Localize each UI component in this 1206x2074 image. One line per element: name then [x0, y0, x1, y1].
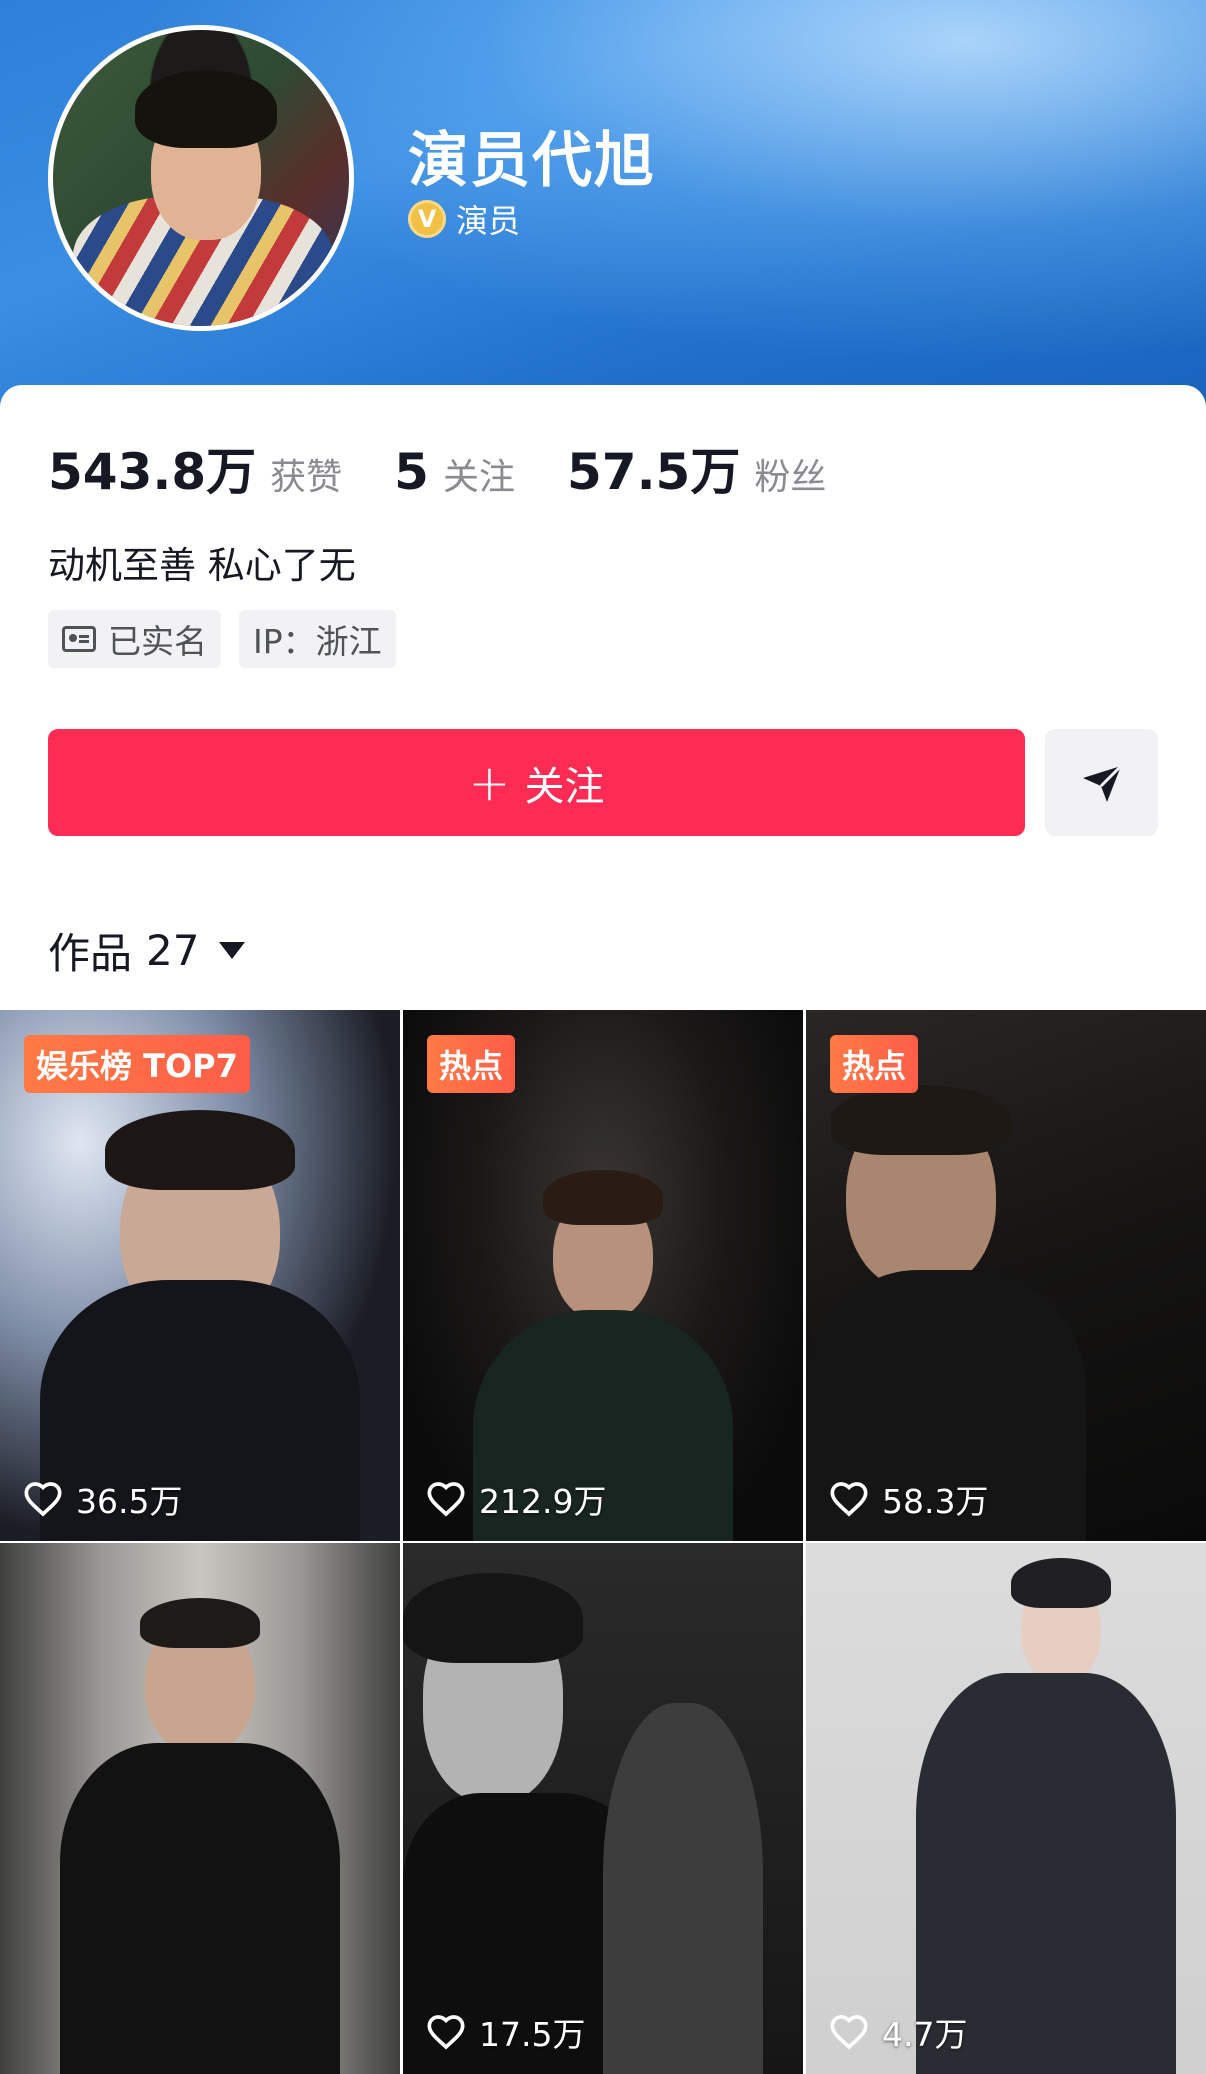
thumbnail-figure-2 — [603, 1703, 763, 2074]
avatar-hair — [135, 70, 277, 148]
avatar[interactable] — [48, 25, 354, 331]
likes-counter: 58.3万 — [828, 1475, 988, 1523]
thumbnail-figure-hair — [140, 1598, 260, 1648]
verified-badge-icon: V — [408, 200, 446, 238]
heart-icon — [830, 1482, 868, 1517]
video-thumbnail[interactable]: 娱乐榜 TOP7 36.5万 — [0, 1010, 400, 1541]
heart-icon — [427, 1482, 465, 1517]
video-thumbnail[interactable]: 4.7万 — [806, 1543, 1206, 2074]
likes-counter: 36.5万 — [22, 1475, 182, 1523]
likes-count: 4.7万 — [882, 2015, 968, 2054]
profile-bio: 动机至善 私心了无 — [48, 544, 356, 587]
ip-location-label: IP：浙江 — [253, 622, 382, 661]
stat-following-label: 关注 — [442, 457, 515, 498]
stat-followers-label: 粉丝 — [754, 457, 827, 498]
video-thumbnail[interactable]: 17.5万 — [403, 1543, 803, 2074]
verification-row: V 演员 — [408, 196, 520, 242]
verification-label: 演员 — [456, 202, 521, 240]
verified-name-label: 已实名 — [108, 622, 207, 661]
likes-count: 36.5万 — [76, 1482, 183, 1521]
stats-row: 543.8万 获赞 5 关注 57.5万 粉丝 — [48, 432, 878, 504]
thumbnail-figure-hair — [105, 1110, 295, 1190]
likes-counter: 17.5万 — [425, 2008, 585, 2056]
share-button[interactable] — [1045, 729, 1158, 836]
thumbnail-figure-hair — [1011, 1558, 1111, 1608]
heart-icon — [427, 2015, 465, 2050]
works-label: 作品 — [48, 929, 133, 978]
likes-counter: 4.7万 — [828, 2008, 967, 2056]
profile-name: 演员代旭 — [408, 126, 656, 196]
stat-likes-label: 获赞 — [270, 457, 343, 498]
thumbnail-figure-body — [60, 1743, 340, 2074]
hot-badge: 热点 — [830, 1035, 919, 1093]
follow-button-label: 关注 — [524, 763, 605, 810]
ranking-badge: 娱乐榜 TOP7 — [24, 1035, 250, 1093]
stat-likes[interactable]: 543.8万 获赞 — [48, 432, 342, 504]
follow-button[interactable]: + 关注 — [48, 729, 1025, 836]
ip-location-tag: IP：浙江 — [239, 610, 396, 668]
thumbnail-figure-hair — [831, 1085, 1011, 1155]
stat-followers-value: 57.5万 — [566, 443, 741, 501]
stat-followers[interactable]: 57.5万 粉丝 — [567, 432, 826, 504]
hot-badge: 热点 — [427, 1035, 516, 1093]
plus-icon: + — [468, 753, 511, 812]
works-tab[interactable]: 作品 27 — [48, 920, 246, 981]
heart-icon — [24, 1482, 62, 1517]
id-card-icon — [62, 626, 96, 652]
stat-following[interactable]: 5 关注 — [394, 443, 515, 501]
likes-counter: 212.9万 — [425, 1475, 606, 1523]
thumbnail-figure-hair — [543, 1170, 663, 1225]
video-grid: 娱乐榜 TOP7 36.5万 热点 212.9万 热点 58.3万 17.5万 … — [0, 1010, 1206, 2074]
video-thumbnail[interactable]: 热点 212.9万 — [403, 1010, 803, 1541]
send-icon — [1082, 764, 1122, 802]
stat-following-value: 5 — [394, 443, 429, 501]
profile-tags: 已实名 IP：浙江 — [48, 610, 396, 668]
likes-count: 212.9万 — [479, 1482, 607, 1521]
stat-likes-value: 543.8万 — [48, 443, 257, 501]
video-thumbnail[interactable]: 热点 58.3万 — [806, 1010, 1206, 1541]
video-thumbnail[interactable] — [0, 1543, 400, 2074]
works-count: 27 — [146, 926, 200, 975]
heart-icon — [830, 2015, 868, 2050]
caret-down-icon — [219, 942, 246, 959]
likes-count: 17.5万 — [479, 2015, 586, 2054]
thumbnail-figure-hair — [403, 1573, 583, 1663]
verified-name-tag[interactable]: 已实名 — [48, 610, 221, 668]
likes-count: 58.3万 — [882, 1482, 989, 1521]
